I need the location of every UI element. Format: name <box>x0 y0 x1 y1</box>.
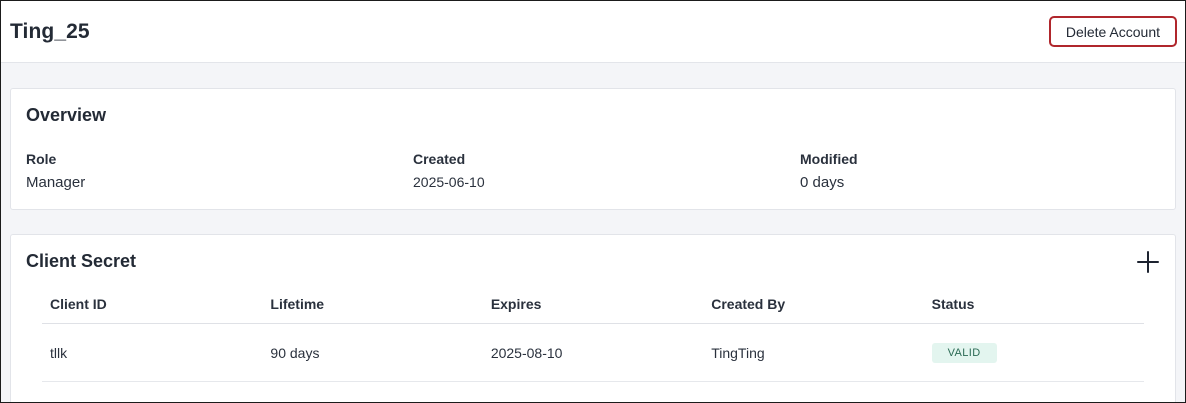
client-secret-card: Client Secret Client ID Lifetime Expires… <box>10 234 1176 402</box>
expires-cell: 2025-08-10 <box>490 344 563 361</box>
column-header-created-by: Created By <box>711 296 786 312</box>
page-title: Ting_25 <box>10 19 90 43</box>
role-field: Role Manager <box>26 151 85 191</box>
add-secret-button[interactable] <box>1137 251 1159 273</box>
page-header: Ting_25 Delete Account <box>1 1 1185 63</box>
delete-account-button[interactable]: Delete Account <box>1048 16 1177 47</box>
table-header: Client ID Lifetime Expires Created By St… <box>42 285 1144 324</box>
column-header-lifetime: Lifetime <box>270 296 325 312</box>
created-label: Created <box>413 151 466 167</box>
modified-label: Modified <box>800 151 858 167</box>
lifetime-cell: 90 days <box>270 344 320 361</box>
overview-title: Overview <box>26 105 107 125</box>
role-label: Role <box>26 151 57 167</box>
column-header-client-id: Client ID <box>50 296 107 312</box>
overview-card: Overview Role Manager Created 2025-06-10… <box>10 88 1176 210</box>
modified-field: Modified 0 days <box>800 151 858 191</box>
modified-value: 0 days <box>800 174 845 191</box>
client-id-cell: tllk <box>50 344 68 361</box>
created-field: Created 2025-06-10 <box>413 151 485 190</box>
table-row[interactable]: tllk 90 days 2025-08-10 TingTing VALID <box>42 324 1144 382</box>
created-by-cell: TingTing <box>711 344 765 361</box>
client-secret-title: Client Secret <box>26 251 137 271</box>
status-cell: VALID <box>924 342 1144 363</box>
created-value: 2025-06-10 <box>413 174 485 190</box>
role-value: Manager <box>26 174 86 191</box>
app-frame: Ting_25 Delete Account Overview Role Man… <box>0 0 1186 403</box>
client-secret-table: Client ID Lifetime Expires Created By St… <box>42 285 1144 382</box>
column-header-expires: Expires <box>490 296 542 312</box>
column-header-status: Status <box>931 296 975 312</box>
status-badge: VALID <box>931 342 997 363</box>
